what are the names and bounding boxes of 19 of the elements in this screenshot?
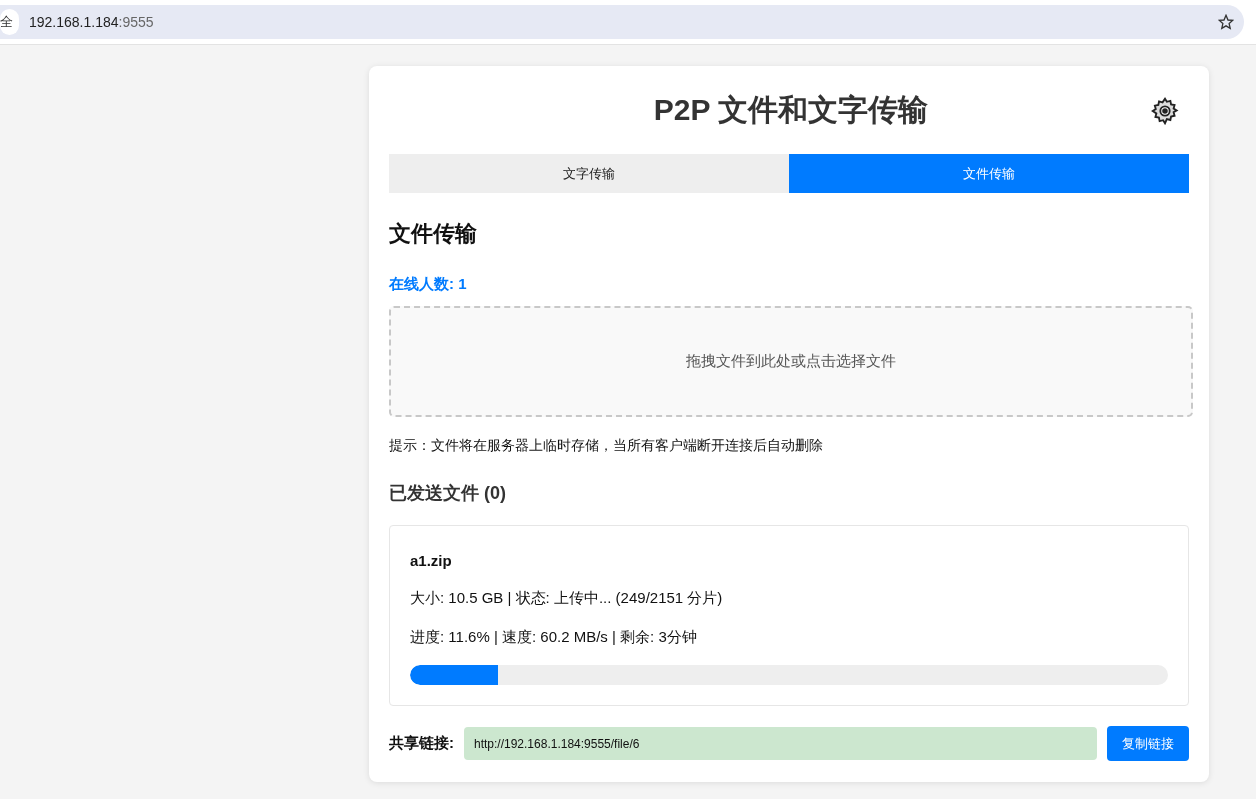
copy-link-button[interactable]: 复制链接 bbox=[1107, 726, 1189, 761]
address-bar[interactable]: 全 192.168.1.184:9555 bbox=[0, 5, 1244, 39]
tab[interactable]: 文字传输 bbox=[389, 154, 789, 193]
progress-text: 进度: 11.6% | 速度: 60.2 MB/s | 剩余: 3分钟 bbox=[410, 628, 698, 647]
section-title: 文件传输 bbox=[389, 220, 478, 248]
url-text: 192.168.1.184:9555 bbox=[29, 14, 155, 30]
hint-text: 提示：文件将在服务器上临时存储，当所有客户端断开连接后自动删除 bbox=[389, 437, 824, 455]
security-chip[interactable]: 全 bbox=[0, 9, 19, 35]
file-drop-zone[interactable]: 拖拽文件到此处或点击选择文件 bbox=[389, 306, 1193, 417]
star-icon[interactable] bbox=[1218, 14, 1234, 30]
share-link-label: 共享链接: bbox=[389, 734, 454, 753]
file-info: 大小: 10.5 GB | 状态: 上传中... (249/2151 分片) bbox=[410, 589, 724, 608]
tab[interactable]: 文件传输 bbox=[789, 154, 1189, 193]
app-title: P2P 文件和文字传输 bbox=[653, 91, 929, 128]
online-count: 在线人数: 1 bbox=[389, 275, 468, 294]
sent-files-title: 已发送文件 (0) bbox=[389, 482, 507, 505]
file-name: a1.zip bbox=[410, 552, 453, 569]
settings-icon[interactable] bbox=[1151, 97, 1179, 125]
share-link-field[interactable]: http://192.168.1.184:9555/file/6 bbox=[464, 727, 1097, 760]
